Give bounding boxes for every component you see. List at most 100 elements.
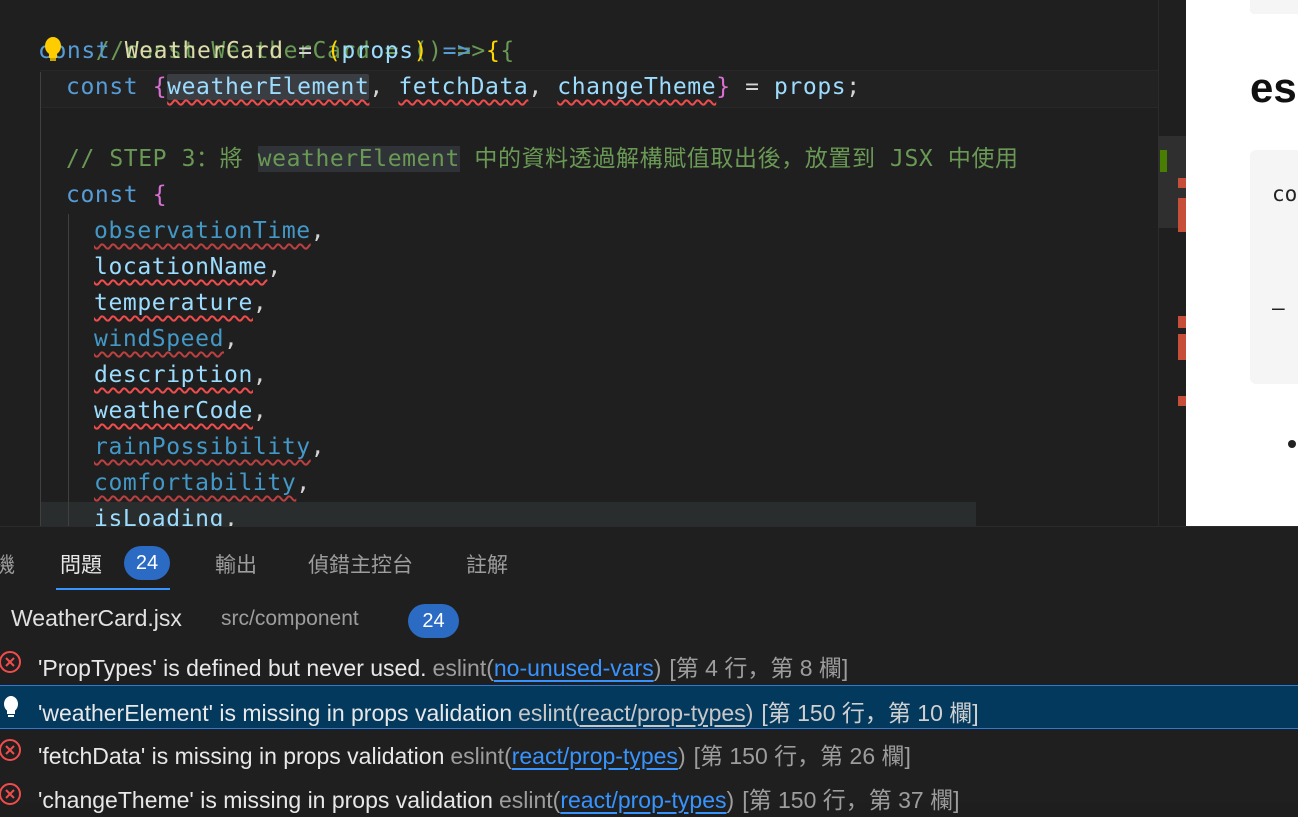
preview-code-text: co xyxy=(1272,182,1298,206)
destructured-var[interactable]: weatherCode xyxy=(94,398,253,424)
comma: , xyxy=(310,218,326,244)
comment-highlight: weatherElement xyxy=(257,146,460,172)
problem-rule-link[interactable]: react/prop-types xyxy=(579,700,745,726)
arrow: => xyxy=(442,38,472,64)
var-change-theme[interactable]: changeTheme xyxy=(557,74,716,100)
comma: , xyxy=(224,506,239,526)
preview-code-block: co – xyxy=(1250,150,1298,384)
comma: , xyxy=(267,254,282,280)
destructured-var[interactable]: observationTime xyxy=(94,218,311,244)
error-marker xyxy=(1178,178,1186,188)
problem-row[interactable]: 'weatherElement' is missing in props val… xyxy=(0,685,1298,729)
code-line-3[interactable]: const {weatherElement, fetchData, change… xyxy=(66,69,861,105)
comment-text: // STEP 3：將 xyxy=(66,146,258,172)
problem-rule-link[interactable]: react/prop-types xyxy=(512,743,678,769)
error-marker xyxy=(1178,334,1186,360)
brace: { xyxy=(485,38,501,64)
operator: = xyxy=(283,38,327,64)
comment-text: 中的資料透過解構賦值取出後，放置到 JSX 中使用 xyxy=(459,146,1019,172)
var-fetch-data[interactable]: fetchData xyxy=(398,74,528,100)
destructured-var[interactable]: comfortability xyxy=(94,470,296,496)
tab-debug-console[interactable]: 偵錯主控台 xyxy=(308,549,413,579)
problem-source-label: eslint( xyxy=(518,700,580,726)
comma: , xyxy=(252,398,268,424)
destructured-var-line[interactable]: weatherCode, xyxy=(94,393,267,429)
var-weather-element[interactable]: weatherElement xyxy=(167,74,370,100)
code-line-6[interactable]: const { xyxy=(66,177,167,213)
problem-source: eslint(react/prop-types) xyxy=(499,787,734,813)
problem-source-label: eslint( xyxy=(498,787,561,813)
destructured-var-line[interactable]: description, xyxy=(94,357,267,393)
markdown-preview[interactable]: es co – xyxy=(1186,0,1298,526)
destructured-var-line[interactable]: temperature, xyxy=(94,285,267,321)
destructured-var[interactable]: locationName xyxy=(94,254,267,280)
comma: , xyxy=(252,290,268,316)
code-line-1[interactable]: //const WeatherCard = () => { xyxy=(38,0,515,64)
destructured-var[interactable]: windSpeed xyxy=(94,326,224,352)
problem-row[interactable]: 'PropTypes' is defined but never used. es… xyxy=(0,641,1298,685)
problem-message: 'weatherElement' is missing in props val… xyxy=(38,700,513,726)
problem-row[interactable]: 'changeTheme' is missing in props valida… xyxy=(0,773,1298,817)
problem-source-close: ) xyxy=(726,787,735,813)
error-marker xyxy=(1178,316,1186,328)
destructured-var-line[interactable]: rainPossibility, xyxy=(94,429,325,465)
tab-comments[interactable]: 註解 xyxy=(466,549,508,579)
error-circle-icon xyxy=(0,783,21,805)
destructured-var-line[interactable]: locationName, xyxy=(94,249,282,285)
problem-rule-link[interactable]: no-unused-vars xyxy=(494,655,654,681)
code-editor[interactable]: //const WeatherCard = () => { const Weat… xyxy=(0,0,1186,526)
destructured-var[interactable]: isLoading xyxy=(94,506,224,526)
preview-heading: es xyxy=(1250,64,1297,111)
problem-location: [第 4 行，第 8 欄] xyxy=(669,655,849,681)
destructured-var-line[interactable]: windSpeed, xyxy=(94,321,238,357)
destructured-var-line[interactable]: isLoading, xyxy=(94,501,238,526)
comma: , xyxy=(252,362,268,388)
problem-source-close: ) xyxy=(745,700,754,726)
tab-partial[interactable]: 機 xyxy=(0,549,15,579)
problem-location: [第 150 行，第 26 欄] xyxy=(693,743,911,769)
brace: } xyxy=(716,74,731,100)
destructured-var[interactable]: description xyxy=(94,362,253,388)
error-marker xyxy=(1178,198,1186,232)
problem-location: [第 150 行，第 37 欄] xyxy=(742,787,960,813)
paren: ) xyxy=(413,38,429,64)
problem-message: 'PropTypes' is defined but never used. xyxy=(38,655,427,681)
problem-source: eslint(no-unused-vars) xyxy=(433,655,662,681)
indent-guide xyxy=(68,214,69,526)
problem-source-label: eslint( xyxy=(432,655,494,681)
indent-guide xyxy=(40,72,41,526)
problem-source-close: ) xyxy=(653,655,662,681)
problem-message: 'changeTheme' is missing in props valida… xyxy=(38,787,493,813)
scrollbar-track[interactable] xyxy=(1158,0,1159,526)
preview-code-text: – xyxy=(1272,296,1285,320)
preview-block xyxy=(1250,0,1298,14)
destructured-var-line[interactable]: observationTime, xyxy=(94,213,325,249)
paren: ( xyxy=(326,38,342,64)
tab-problems[interactable]: 問題 xyxy=(60,549,102,579)
keyword: const xyxy=(66,182,139,208)
code-line-2[interactable]: const WeatherCard = (props) => { xyxy=(38,33,500,69)
problem-rule-link[interactable]: react/prop-types xyxy=(560,787,726,813)
problem-row[interactable]: 'fetchData' is missing in props validati… xyxy=(0,729,1298,773)
problem-message-line: 'PropTypes' is defined but never used. es… xyxy=(38,649,848,683)
brace: { xyxy=(152,182,168,208)
brace: { xyxy=(152,74,168,100)
bottom-panel: 機 問題 24 輸出 偵錯主控台 註解 WeatherCard.jsx src/… xyxy=(0,526,1298,813)
problem-file-name[interactable]: WeatherCard.jsx xyxy=(11,605,182,632)
destructured-var-line[interactable]: comfortability, xyxy=(94,465,311,501)
destructured-var[interactable]: rainPossibility xyxy=(94,434,311,460)
lightbulb-icon xyxy=(4,696,18,717)
tab-output[interactable]: 輸出 xyxy=(215,549,257,579)
problem-message-line: 'changeTheme' is missing in props valida… xyxy=(38,781,960,815)
code-line-5[interactable]: // STEP 3：將 weatherElement 中的資料透過解構賦值取出後… xyxy=(66,141,1019,177)
function-name: WeatherCard xyxy=(124,38,284,64)
props-ref: props xyxy=(773,74,847,100)
problems-count-badge: 24 xyxy=(124,546,170,580)
problem-message: 'fetchData' is missing in props validati… xyxy=(38,743,445,769)
active-tab-indicator xyxy=(56,588,170,590)
error-circle-icon xyxy=(0,651,21,673)
bullet-dot xyxy=(1288,440,1296,448)
destructured-var[interactable]: temperature xyxy=(94,290,253,316)
error-marker xyxy=(1178,396,1186,406)
lightbulb-icon[interactable] xyxy=(42,36,64,62)
